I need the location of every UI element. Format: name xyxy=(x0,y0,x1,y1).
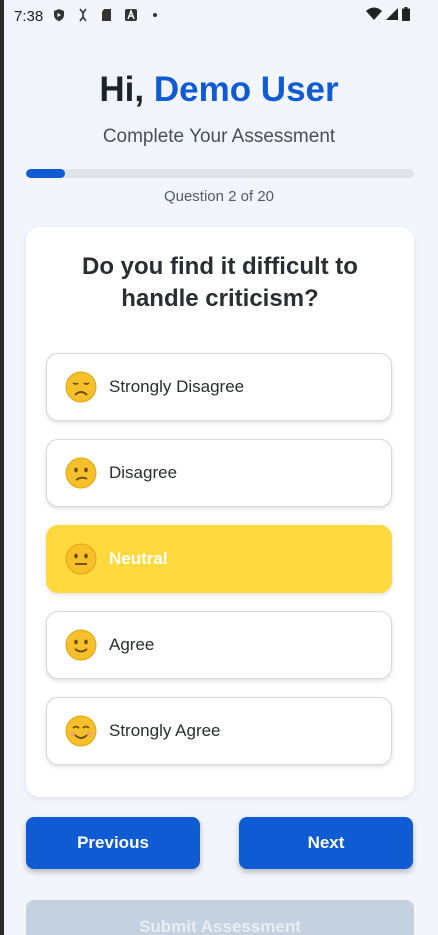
status-bar: 7:38 xyxy=(4,0,438,32)
battery-icon xyxy=(402,7,410,21)
question-counter: Question 2 of 20 xyxy=(163,188,275,205)
app-screen: 7:38 Hi, Demo User Complete Your Assessm… xyxy=(4,0,438,935)
submit-assessment-button[interactable]: Submit Assessment xyxy=(26,900,414,935)
option-strongly-agree[interactable]: Strongly Agree xyxy=(46,697,392,765)
notification-icons xyxy=(52,8,162,22)
option-label: Agree xyxy=(109,635,155,654)
system-icons xyxy=(366,7,410,21)
confused-face-icon xyxy=(65,457,97,489)
sad-face-icon xyxy=(65,371,97,403)
sd-card-icon xyxy=(102,9,111,21)
link-icon xyxy=(79,8,87,22)
option-neutral[interactable]: Neutral xyxy=(46,525,392,593)
progress-bar xyxy=(26,169,414,178)
option-label: Disagree xyxy=(109,463,178,482)
previous-button[interactable]: Previous xyxy=(26,817,200,869)
next-button[interactable]: Next xyxy=(239,817,413,869)
signal-icon xyxy=(386,8,398,20)
shield-icon xyxy=(54,9,64,21)
option-label: Neutral xyxy=(109,549,168,568)
progress-fill xyxy=(26,169,65,178)
question-card: Do you find it difficult to handle criti… xyxy=(26,227,414,797)
option-agree[interactable]: Agree xyxy=(46,611,392,679)
option-strongly-disagree[interactable]: Strongly Disagree xyxy=(46,353,392,421)
slight-smile-face-icon xyxy=(65,629,97,661)
font-icon xyxy=(125,9,137,21)
neutral-face-icon xyxy=(65,543,97,575)
greeting-prefix: Hi, xyxy=(99,70,145,109)
greeting-heading: Hi, Demo User xyxy=(4,70,434,110)
status-time: 7:38 xyxy=(14,8,44,25)
option-label: Strongly Disagree xyxy=(109,377,245,396)
option-disagree[interactable]: Disagree xyxy=(46,439,392,507)
user-name: Demo User xyxy=(153,70,339,109)
page-subtitle: Complete Your Assessment xyxy=(102,126,336,147)
question-text: Do you find it difficult to handle criti… xyxy=(82,253,358,312)
smiling-face-icon xyxy=(65,715,97,747)
wifi-icon xyxy=(366,7,382,20)
dot-icon xyxy=(153,13,157,17)
option-label: Strongly Agree xyxy=(109,721,221,740)
